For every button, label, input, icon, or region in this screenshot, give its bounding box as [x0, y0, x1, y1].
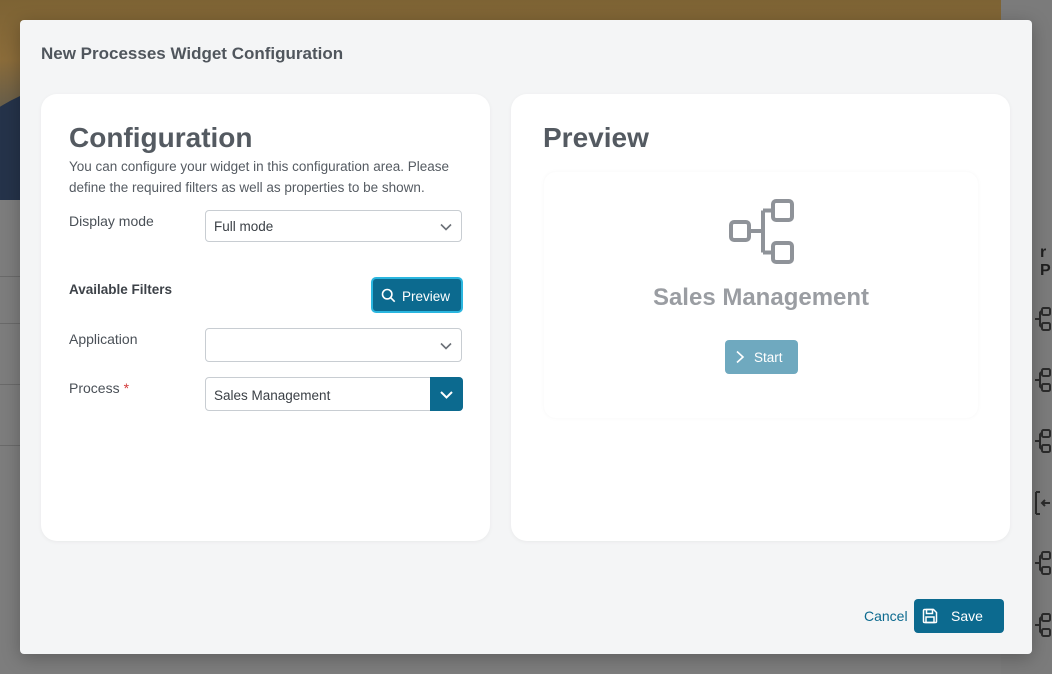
widget-configuration-dialog: New Processes Widget Configuration Confi…: [20, 20, 1032, 654]
application-select[interactable]: [205, 328, 462, 362]
process-diagram-icon: [1034, 306, 1052, 332]
process-diagram-icon: [728, 198, 796, 266]
preview-panel: Preview Sales Management Start: [511, 94, 1010, 541]
chevron-down-icon: [439, 220, 453, 234]
process-label: Process *: [69, 380, 129, 396]
preview-heading: Preview: [543, 122, 649, 153]
start-button[interactable]: Start: [725, 340, 798, 374]
search-icon: [381, 288, 396, 303]
widget-title: Sales Management: [652, 284, 870, 311]
background-divider: [0, 323, 20, 324]
chevron-right-icon: [734, 350, 746, 364]
cancel-button[interactable]: Cancel: [864, 608, 908, 624]
process-dropdown-button[interactable]: [430, 377, 463, 411]
background-divider: [0, 445, 20, 446]
process-select[interactable]: Sales Management: [205, 377, 463, 411]
chevron-down-icon: [439, 339, 453, 353]
floppy-disk-icon: [922, 608, 938, 624]
process-diagram-icon: [1034, 367, 1052, 393]
dialog-title: New Processes Widget Configuration: [41, 44, 344, 63]
preview-button[interactable]: Preview: [371, 277, 463, 313]
background-divider: [0, 276, 20, 277]
application-label: Application: [69, 331, 138, 347]
display-mode-value: Full mode: [214, 219, 274, 234]
required-marker: *: [123, 380, 130, 396]
widget-preview: Sales Management Start: [544, 172, 978, 418]
display-mode-select[interactable]: Full mode: [205, 210, 462, 242]
configuration-description: You can configure your widget in this co…: [69, 159, 449, 195]
process-diagram-icon: [1034, 428, 1052, 454]
process-merge-icon: [1034, 490, 1052, 516]
start-button-label: Start: [754, 350, 783, 365]
available-filters-heading: Available Filters: [69, 282, 173, 297]
background-divider: [0, 384, 20, 385]
configuration-heading: Configuration: [69, 122, 253, 153]
process-diagram-icon: [1034, 550, 1052, 576]
background-side-header: r P: [1040, 244, 1051, 279]
display-mode-label: Display mode: [69, 213, 154, 229]
process-diagram-icon: [1034, 612, 1052, 638]
process-label-text: Process: [69, 380, 120, 396]
process-value: Sales Management: [214, 388, 331, 403]
save-button-label: Save: [951, 608, 983, 624]
preview-button-label: Preview: [402, 289, 451, 304]
save-button[interactable]: Save: [914, 599, 1004, 633]
configuration-panel: Configuration You can configure your wid…: [41, 94, 490, 541]
